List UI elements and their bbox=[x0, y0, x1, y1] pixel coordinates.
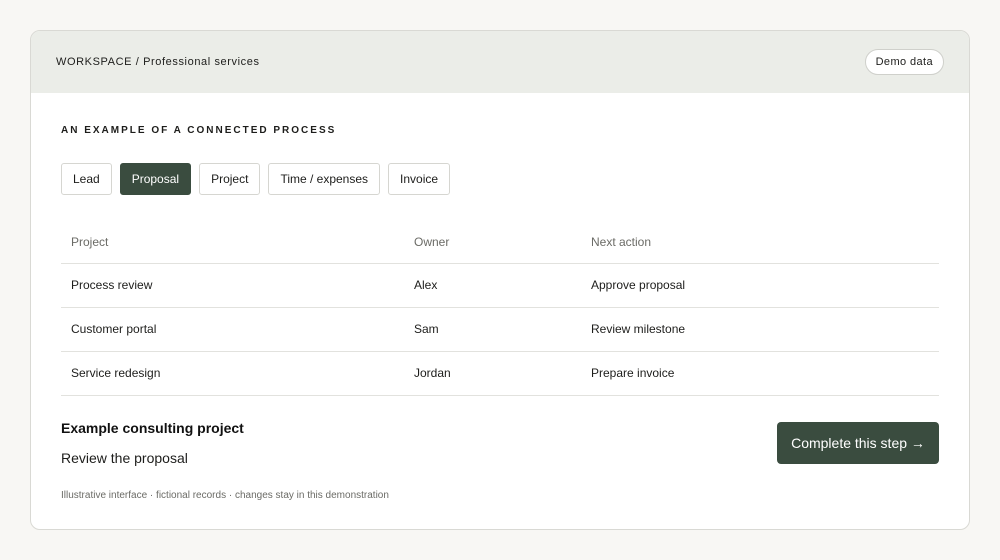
footnote: Illustrative interface · fictional recor… bbox=[61, 489, 389, 501]
column-header-owner: Owner bbox=[404, 221, 581, 264]
projects-table: Project Owner Next action Process review… bbox=[61, 221, 939, 396]
demo-data-badge: Demo data bbox=[864, 49, 944, 75]
cell-next-action: Review milestone bbox=[581, 307, 939, 352]
detail-subtitle: Review the proposal bbox=[61, 449, 188, 466]
cell-owner: Sam bbox=[404, 307, 581, 352]
detail-row: Example consulting project Review the pr… bbox=[61, 420, 939, 466]
cell-owner: Alex bbox=[404, 263, 581, 308]
cell-next-action: Prepare invoice bbox=[581, 351, 939, 396]
card-header: WORKSPACE / Professional services Demo d… bbox=[31, 31, 969, 93]
process-steps: Lead Proposal Project Time / expenses In… bbox=[61, 163, 939, 195]
step-proposal[interactable]: Proposal bbox=[119, 163, 192, 195]
column-header-project: Project bbox=[61, 221, 404, 264]
step-lead[interactable]: Lead bbox=[61, 163, 112, 195]
table-row[interactable]: Service redesign Jordan Prepare invoice bbox=[61, 351, 939, 396]
step-invoice[interactable]: Invoice bbox=[388, 163, 451, 195]
column-header-next-action: Next action bbox=[581, 221, 939, 264]
breadcrumb: WORKSPACE / Professional services bbox=[56, 56, 260, 68]
table-row[interactable]: Customer portal Sam Review milestone bbox=[61, 307, 939, 352]
cell-next-action: Approve proposal bbox=[581, 263, 939, 308]
complete-step-button[interactable]: Complete this step → bbox=[777, 421, 939, 464]
card-body: AN EXAMPLE OF A CONNECTED PROCESS Lead P… bbox=[31, 125, 969, 501]
detail-panel: Example consulting project Review the pr… bbox=[61, 420, 244, 466]
detail-title: Example consulting project bbox=[61, 419, 244, 436]
cell-project: Customer portal bbox=[61, 307, 404, 352]
workspace-card: WORKSPACE / Professional services Demo d… bbox=[30, 30, 970, 530]
step-project[interactable]: Project bbox=[199, 163, 261, 195]
cell-project: Process review bbox=[61, 263, 404, 308]
table-row[interactable]: Process review Alex Approve proposal bbox=[61, 263, 939, 308]
section-title: AN EXAMPLE OF A CONNECTED PROCESS bbox=[61, 125, 337, 136]
step-time-expenses[interactable]: Time / expenses bbox=[268, 163, 381, 195]
cell-owner: Jordan bbox=[404, 351, 581, 396]
cell-project: Service redesign bbox=[61, 351, 404, 396]
table-header-row: Project Owner Next action bbox=[61, 221, 939, 264]
